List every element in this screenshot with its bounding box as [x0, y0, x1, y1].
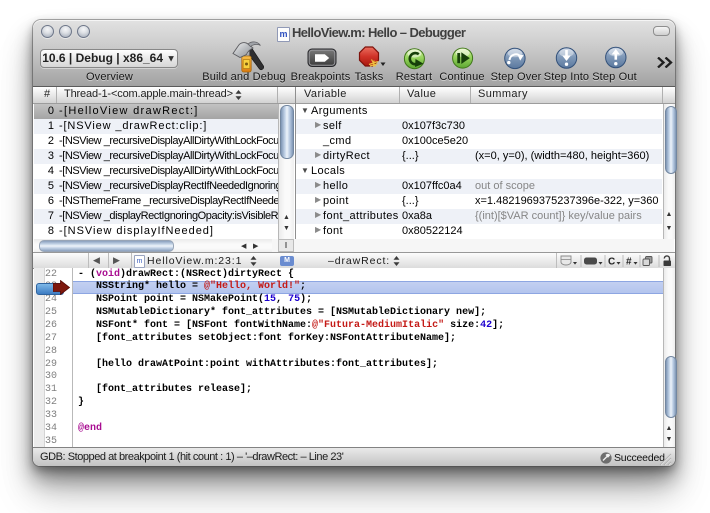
svg-text:#: # — [626, 257, 632, 268]
svg-text:C: C — [608, 257, 615, 268]
